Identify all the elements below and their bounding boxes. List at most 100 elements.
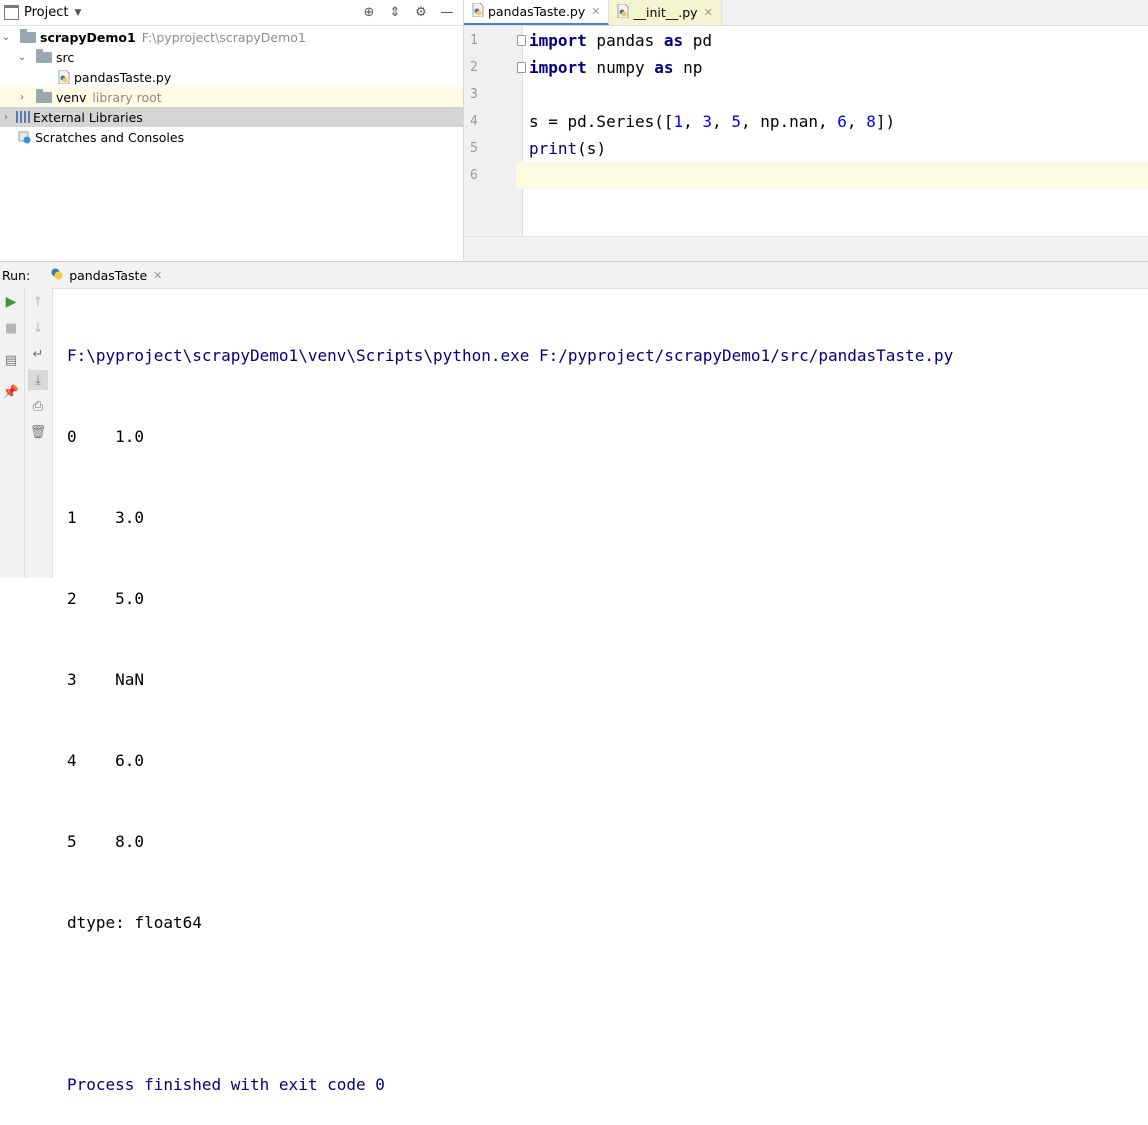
code-token: ]) bbox=[875, 112, 896, 131]
console-line: Process finished with exit code 0 bbox=[67, 1075, 385, 1094]
locate-icon[interactable]: ⊕ bbox=[361, 5, 377, 21]
folder-icon bbox=[36, 48, 52, 63]
scratches-icon bbox=[18, 131, 31, 144]
code-token: np bbox=[673, 58, 703, 77]
project-view-selector[interactable]: Project ▼ bbox=[4, 5, 81, 20]
code-token: , bbox=[846, 112, 867, 131]
close-icon[interactable]: ✕ bbox=[591, 5, 600, 18]
code-token: numpy bbox=[586, 58, 655, 77]
close-icon[interactable]: ✕ bbox=[153, 269, 162, 282]
python-file-icon bbox=[617, 3, 629, 21]
ext-libs-label: External Libraries bbox=[33, 109, 143, 125]
tree-item-external-libraries[interactable]: › External Libraries bbox=[0, 107, 463, 127]
console-output[interactable]: F:\pyproject\scrapyDemo1\venv\Scripts\py… bbox=[67, 288, 953, 1125]
tree-item-src[interactable]: ⌄ src bbox=[0, 47, 463, 67]
run-toolbar-right: ↑ ↓ ↵ ⤓ ⎙ 🗑 bbox=[25, 288, 53, 578]
code-token: , bbox=[683, 112, 703, 131]
collapsed-arrow-icon[interactable]: › bbox=[0, 112, 12, 123]
soft-wrap-icon[interactable]: ↵ bbox=[30, 346, 46, 362]
code-text: import numpy as np bbox=[529, 54, 702, 81]
print-icon[interactable]: ⎙ bbox=[30, 398, 46, 414]
number-literal: 3 bbox=[702, 112, 713, 131]
console-line: 3 NaN bbox=[67, 670, 145, 689]
python-icon bbox=[50, 267, 64, 284]
console-line: 0 1.0 bbox=[67, 427, 145, 446]
folder-icon bbox=[20, 28, 36, 43]
src-label: src bbox=[56, 49, 75, 65]
pin-icon[interactable]: 📌 bbox=[3, 384, 19, 400]
tree-item-root[interactable]: ⌄ scrapyDemo1 F:\pyproject\scrapyDemo1 bbox=[0, 27, 463, 47]
venv-label: venv bbox=[56, 89, 87, 105]
project-icon bbox=[4, 5, 19, 20]
python-file-icon bbox=[472, 2, 484, 20]
tab-pandastaste[interactable]: pandasTaste.py ✕ bbox=[464, 0, 610, 25]
line-number: 2 bbox=[470, 60, 478, 75]
scroll-to-end-icon[interactable]: ⤓ bbox=[28, 370, 48, 390]
code-token: , np.nan, bbox=[740, 112, 838, 131]
code-line[interactable]: 5 print(s) bbox=[464, 135, 1148, 162]
run-tab-label: pandasTaste bbox=[69, 267, 148, 283]
current-code-line[interactable]: 6 bbox=[464, 162, 1148, 189]
up-arrow-icon[interactable]: ↑ bbox=[30, 294, 46, 310]
collapsed-arrow-icon[interactable]: › bbox=[16, 92, 28, 103]
root-path: F:\pyproject\scrapyDemo1 bbox=[141, 29, 306, 45]
root-name: scrapyDemo1 bbox=[40, 29, 136, 45]
code-text: print(s) bbox=[529, 135, 606, 162]
libraries-icon bbox=[16, 111, 30, 123]
keyword: as bbox=[663, 31, 684, 50]
tab-init[interactable]: __init__.py ✕ bbox=[609, 0, 722, 25]
number-literal: 8 bbox=[866, 112, 876, 131]
stop-icon[interactable]: ■ bbox=[3, 320, 19, 336]
code-line[interactable]: 2 import numpy as np bbox=[464, 54, 1148, 81]
down-arrow-icon[interactable]: ↓ bbox=[30, 320, 46, 336]
tab-label: pandasTaste.py bbox=[488, 4, 586, 19]
line-number: 6 bbox=[464, 162, 516, 189]
chevron-down-icon: ▼ bbox=[74, 7, 82, 18]
tree-item-scratches[interactable]: Scratches and Consoles bbox=[0, 127, 463, 147]
run-tab[interactable]: pandasTaste ✕ bbox=[50, 267, 162, 284]
run-label: Run: bbox=[2, 267, 31, 283]
file-label: pandasTaste.py bbox=[74, 69, 172, 85]
code-token: , bbox=[712, 112, 732, 131]
keyword: as bbox=[654, 58, 674, 77]
line-number: 5 bbox=[470, 141, 478, 156]
fold-icon[interactable] bbox=[517, 35, 526, 46]
code-text: import pandas as pd bbox=[529, 27, 712, 54]
tree-item-file[interactable]: pandasTaste.py bbox=[0, 67, 463, 87]
trash-icon[interactable]: 🗑 bbox=[30, 424, 47, 440]
tab-label: __init__.py bbox=[633, 5, 698, 20]
console-line: dtype: float64 bbox=[67, 913, 202, 932]
number-literal: 1 bbox=[673, 112, 684, 131]
editor: pandasTaste.py ✕ __init__.py ✕ 1 import … bbox=[464, 0, 1148, 261]
gear-icon[interactable]: ⚙ bbox=[413, 5, 429, 21]
code-text: s = pd.Series([1, 3, 5, np.nan, 6, 8]) bbox=[529, 108, 895, 135]
tree-item-venv[interactable]: › venv library root bbox=[0, 87, 463, 107]
number-literal: 6 bbox=[837, 112, 847, 131]
code-line[interactable]: 1 import pandas as pd bbox=[464, 27, 1148, 54]
hide-icon[interactable]: — bbox=[439, 5, 455, 21]
close-icon[interactable]: ✕ bbox=[704, 6, 713, 19]
expanded-arrow-icon[interactable]: ⌄ bbox=[0, 32, 12, 43]
console-line: 5 8.0 bbox=[67, 832, 145, 851]
console-line: 1 3.0 bbox=[67, 508, 145, 527]
run-toolbar-left: ▶ ■ ▤ 📌 bbox=[0, 288, 25, 578]
collapse-all-icon[interactable]: ⇕ bbox=[387, 5, 403, 21]
fold-icon[interactable] bbox=[517, 62, 526, 73]
code-token: pd bbox=[683, 31, 713, 50]
project-panel: Project ▼ ⊕ ⇕ ⚙ — ⌄ scrapyDemo1 F:\pypro… bbox=[0, 0, 464, 260]
code-token: s = pd.Series([ bbox=[529, 112, 674, 131]
console-line: 4 6.0 bbox=[67, 751, 145, 770]
line-number: 1 bbox=[470, 33, 478, 48]
expanded-arrow-icon[interactable]: ⌄ bbox=[16, 52, 28, 63]
project-title: Project bbox=[24, 5, 69, 20]
layout-icon[interactable]: ▤ bbox=[3, 352, 19, 368]
code-line[interactable]: 3 bbox=[464, 81, 1148, 108]
rerun-icon[interactable]: ▶ bbox=[3, 294, 19, 310]
keyword: import bbox=[529, 31, 587, 50]
console-line: 2 5.0 bbox=[67, 589, 145, 608]
builtin-function: print bbox=[529, 139, 578, 158]
line-number: 3 bbox=[470, 87, 478, 102]
line-number: 4 bbox=[470, 114, 478, 129]
code-line[interactable]: 4 s = pd.Series([1, 3, 5, np.nan, 6, 8]) bbox=[464, 108, 1148, 135]
